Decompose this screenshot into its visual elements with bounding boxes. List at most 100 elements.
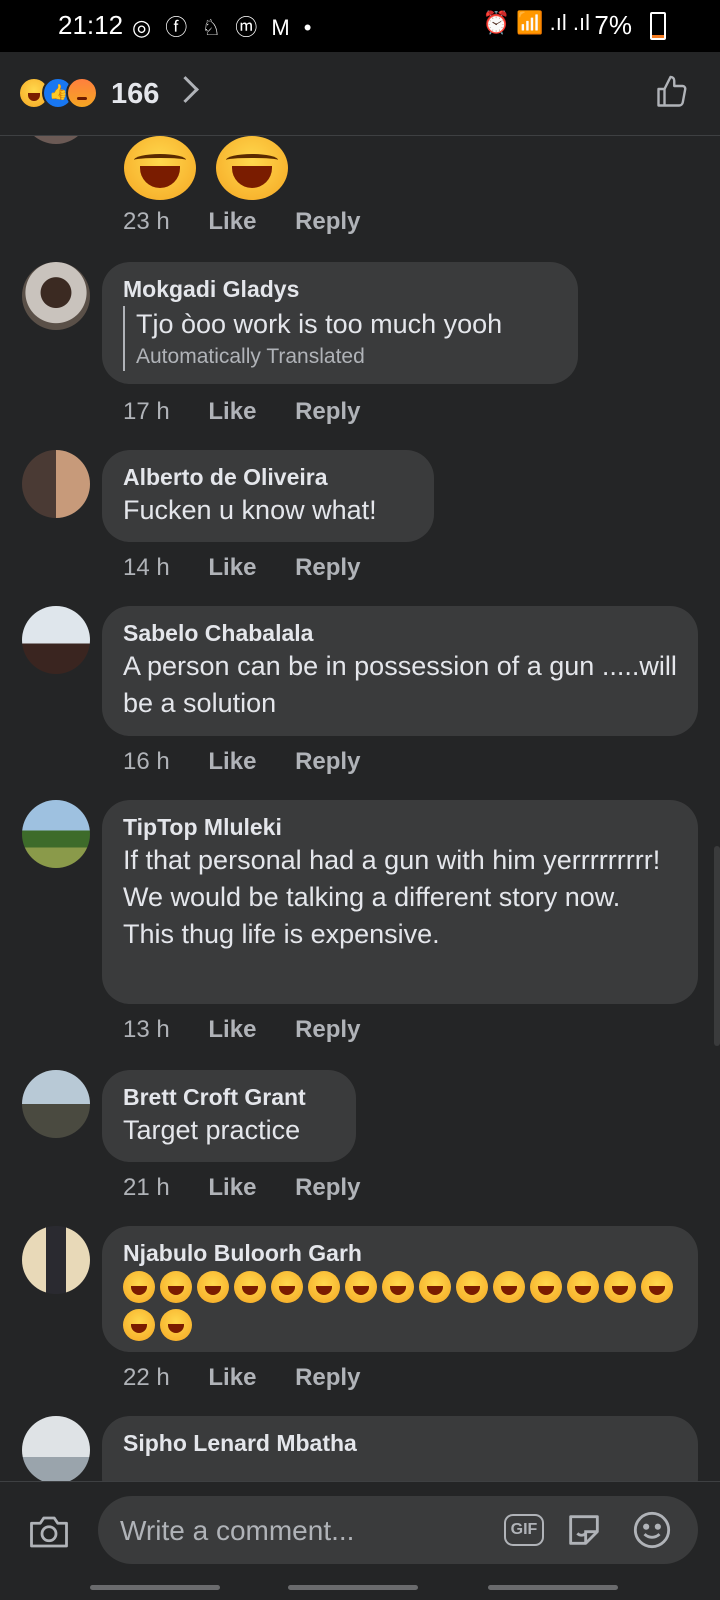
comment-input[interactable] — [118, 1508, 462, 1554]
rolling-laughing-emoji-icon — [456, 1270, 488, 1303]
laughing-emoji-icon — [124, 136, 196, 200]
rolling-laughing-emoji-icon — [567, 1270, 599, 1303]
emoji-only-body — [124, 136, 304, 206]
nav-bar-right — [488, 1585, 618, 1590]
comment-input-pill[interactable]: GIF — [98, 1496, 698, 1564]
reply-link[interactable]: Reply — [295, 208, 360, 236]
chevron-right-icon[interactable] — [172, 76, 199, 103]
rolling-laughing-emoji-icon — [234, 1270, 266, 1303]
rolling-laughing-emoji-icon — [160, 1308, 192, 1341]
reply-link[interactable]: Reply — [295, 554, 360, 582]
comment-bubble[interactable]: Alberto de Oliveira Fucken u know what! — [102, 450, 434, 542]
comment-author[interactable]: Mokgadi Gladys — [123, 274, 558, 304]
comment-author[interactable]: Njabulo Buloorh Garh — [123, 1238, 678, 1268]
reply-link[interactable]: Reply — [295, 398, 360, 426]
comment-meta: 22 h Like Reply — [123, 1364, 392, 1392]
emoji-row — [123, 1268, 683, 1344]
status-bar: 21:12 ◎ ⓕ ♘ ⓜ M • ⏰ 📶 .ıl .ıl 7% — [0, 0, 720, 52]
like-link[interactable]: Like — [208, 208, 256, 236]
reaction-count[interactable]: 166 — [111, 78, 159, 111]
comment-time: 22 h — [123, 1364, 170, 1391]
angry-reaction-icon — [66, 77, 98, 109]
comment-author[interactable]: Brett Croft Grant — [123, 1082, 336, 1112]
battery-icon — [650, 12, 666, 40]
comment-bubble[interactable]: TipTop Mluleki If that personal had a gu… — [102, 800, 698, 1004]
comments-list[interactable]: 23 h Like Reply Mokgadi Gladys Tjo òoo w… — [0, 136, 720, 1481]
rolling-laughing-emoji-icon — [123, 1270, 155, 1303]
rolling-laughing-emoji-icon — [493, 1270, 525, 1303]
gif-button[interactable]: GIF — [504, 1514, 544, 1546]
laughing-emoji-icon — [216, 136, 288, 200]
comment-author[interactable]: Alberto de Oliveira — [123, 462, 414, 492]
reply-link[interactable]: Reply — [295, 1364, 360, 1392]
comment-bubble[interactable]: Sabelo Chabalala A person can be in poss… — [102, 606, 698, 736]
scrollbar[interactable] — [714, 846, 720, 1046]
avatar[interactable] — [22, 1226, 90, 1294]
comment-meta: 14 h Like Reply — [123, 554, 392, 582]
comment-composer: GIF — [0, 1481, 720, 1600]
rolling-laughing-emoji-icon — [271, 1270, 303, 1303]
reply-link[interactable]: Reply — [295, 748, 360, 776]
comment-text: Target practice — [123, 1115, 301, 1145]
comment-time: 13 h — [123, 1016, 170, 1043]
camera-icon[interactable] — [28, 1514, 70, 1550]
avatar[interactable] — [22, 262, 90, 330]
rolling-laughing-emoji-icon — [419, 1270, 451, 1303]
comment-author[interactable]: Sipho Lenard Mbatha — [123, 1428, 678, 1458]
rolling-laughing-emoji-icon — [382, 1270, 414, 1303]
comment-author[interactable]: Sabelo Chabalala — [123, 618, 678, 648]
comment-text: If that personal had a gun with him yerr… — [123, 845, 661, 949]
translated-block: Tjo òoo work is too much yooh Automatica… — [123, 306, 558, 371]
rolling-laughing-emoji-icon — [604, 1270, 636, 1303]
translation-note[interactable]: Automatically Translated — [136, 343, 558, 371]
avatar[interactable] — [22, 1070, 90, 1138]
comment-bubble[interactable]: Sipho Lenard Mbatha — [102, 1416, 698, 1481]
system-status-icons: ⏰ 📶 .ıl .ıl — [482, 10, 590, 35]
rolling-laughing-emoji-icon — [641, 1270, 673, 1303]
rolling-laughing-emoji-icon — [308, 1270, 340, 1303]
rolling-laughing-emoji-icon — [530, 1270, 562, 1303]
reply-link[interactable]: Reply — [295, 1174, 360, 1202]
reaction-summary[interactable] — [18, 77, 108, 111]
like-link[interactable]: Like — [208, 748, 256, 776]
sticker-icon[interactable] — [564, 1510, 604, 1550]
like-link[interactable]: Like — [208, 1364, 256, 1392]
comment-meta: 16 h Like Reply — [123, 748, 392, 776]
like-link[interactable]: Like — [208, 1174, 256, 1202]
avatar[interactable] — [22, 1416, 90, 1481]
notification-icons: ◎ ⓕ ♘ ⓜ M • — [132, 15, 316, 40]
like-thumb-icon[interactable] — [654, 74, 690, 110]
comment-meta: 13 h Like Reply — [123, 1016, 392, 1044]
comment-bubble[interactable]: Brett Croft Grant Target practice — [102, 1070, 356, 1162]
rolling-laughing-emoji-icon — [123, 1308, 155, 1341]
nav-bar-center — [288, 1585, 418, 1590]
reactions-header: 166 — [0, 52, 720, 136]
reply-link[interactable]: Reply — [295, 1016, 360, 1044]
battery-percentage: 7% — [594, 10, 632, 40]
like-link[interactable]: Like — [208, 398, 256, 426]
like-link[interactable]: Like — [208, 554, 256, 582]
avatar[interactable] — [22, 136, 90, 144]
avatar[interactable] — [22, 606, 90, 674]
comment-meta: 23 h Like Reply — [123, 208, 392, 236]
rolling-laughing-emoji-icon — [160, 1270, 192, 1303]
status-time: 21:12 — [58, 10, 124, 40]
comment-author[interactable]: TipTop Mluleki — [123, 812, 678, 842]
comment-bubble[interactable]: Njabulo Buloorh Garh — [102, 1226, 698, 1352]
comment-time: 17 h — [123, 398, 170, 425]
emoji-icon[interactable] — [632, 1510, 672, 1550]
nav-bar-left — [90, 1585, 220, 1590]
avatar[interactable] — [22, 450, 90, 518]
comment-bubble[interactable]: Mokgadi Gladys Tjo òoo work is too much … — [102, 262, 578, 384]
comment-text: Fucken u know what! — [123, 495, 377, 525]
comment-time: 23 h — [123, 208, 170, 235]
rolling-laughing-emoji-icon — [197, 1270, 229, 1303]
comment-text: Tjo òoo work is too much yooh — [136, 309, 503, 339]
comment-meta: 21 h Like Reply — [123, 1174, 392, 1202]
comment-meta: 17 h Like Reply — [123, 398, 392, 426]
comment-time: 21 h — [123, 1174, 170, 1201]
avatar[interactable] — [22, 800, 90, 868]
comment-text: A person can be in possession of a gun .… — [123, 651, 677, 718]
comment-time: 14 h — [123, 554, 170, 581]
like-link[interactable]: Like — [208, 1016, 256, 1044]
